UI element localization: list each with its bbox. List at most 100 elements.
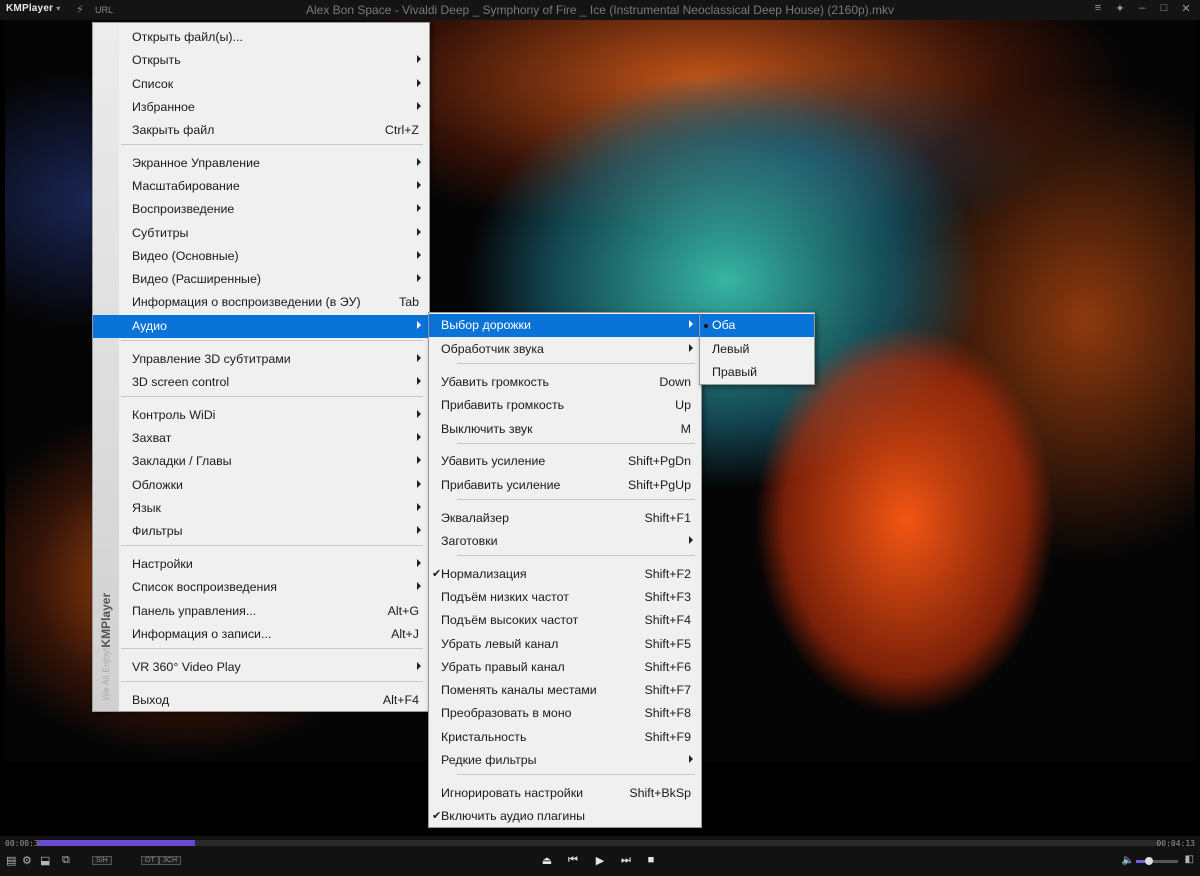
main-menu-item[interactable]: Видео (Расширенные) <box>93 268 429 291</box>
main-menu-item-label: Масштабирование <box>132 179 240 193</box>
maximize-icon[interactable]: □ <box>1158 2 1170 15</box>
main-menu-item[interactable]: Масштабирование <box>93 175 429 198</box>
track-menu-item[interactable]: Оба <box>700 314 814 337</box>
main-menu-item[interactable]: Экранное Управление <box>93 152 429 175</box>
main-menu-item[interactable]: Избранное <box>93 96 429 119</box>
audio-menu-item[interactable]: Заготовки <box>429 530 701 553</box>
main-menu-item-label: Захват <box>132 431 172 445</box>
audio-menu-item[interactable]: Кристальность Shift+F9 <box>429 726 701 749</box>
capture-icon[interactable]: ⬓ <box>40 854 50 867</box>
track-menu-item[interactable]: Правый <box>700 361 814 384</box>
audio-menu-item[interactable]: Редкие фильтры <box>429 749 701 772</box>
play-icon[interactable]: ▶ <box>592 854 608 867</box>
main-menu-item[interactable]: Аудио <box>93 315 429 338</box>
app-logo-button[interactable]: KMPlayer ▾ <box>6 3 60 14</box>
chevron-right-icon <box>417 55 421 63</box>
main-menu-item[interactable]: Воспроизведение <box>93 198 429 221</box>
chevron-right-icon <box>417 102 421 110</box>
audio-menu-item[interactable]: Преобразовать в моно Shift+F8 <box>429 702 701 725</box>
audio-menu-item[interactable]: Убрать левый канал Shift+F5 <box>429 633 701 656</box>
menu-separator <box>121 681 423 682</box>
main-menu-item[interactable]: Открыть файл(ы)... <box>93 26 429 49</box>
ot-badge[interactable]: OT <box>141 856 159 865</box>
main-menu-item-label: Список <box>132 77 174 91</box>
audio-menu-item[interactable]: ✔ Нормализация Shift+F2 <box>429 563 701 586</box>
shortcut-label: Shift+F9 <box>644 730 692 744</box>
main-menu-item-label: Закрыть файл <box>132 123 215 137</box>
audio-menu-item[interactable]: Игнорировать настройки Shift+BkSp <box>429 782 701 805</box>
url-button[interactable]: URL <box>95 5 113 15</box>
shortcut-label: Shift+PgDn <box>627 454 691 468</box>
previous-icon[interactable]: ⏮ <box>565 854 581 867</box>
main-menu-item[interactable]: Фильтры <box>93 520 429 543</box>
main-menu-item[interactable]: 3D screen control <box>93 371 429 394</box>
audio-menu-item-label: Кристальность <box>441 730 527 744</box>
eject-icon[interactable]: ⏏ <box>539 854 555 867</box>
shortcut-label: Ctrl+Z <box>384 123 419 137</box>
audio-menu-item[interactable]: Убавить громкость Down <box>429 371 701 394</box>
audio-menu-item[interactable]: Убрать правый канал Shift+F6 <box>429 656 701 679</box>
main-menu-item[interactable]: Обложки <box>93 474 429 497</box>
main-menu-item[interactable]: VR 360° Video Play <box>93 656 429 679</box>
speaker-icon[interactable]: 🔈 <box>1122 855 1134 866</box>
volume-slider[interactable] <box>1136 857 1178 865</box>
pin-icon[interactable]: ✦ <box>1114 2 1126 15</box>
audio-menu-item[interactable]: Выключить звук M <box>429 418 701 441</box>
audio-menu-item[interactable]: Эквалайзер Shift+F1 <box>429 507 701 530</box>
main-menu-item[interactable]: Настройки <box>93 553 429 576</box>
gear-icon[interactable]: ⚙ <box>22 854 32 867</box>
main-menu-item[interactable]: Информация о записи... Alt+J <box>93 623 429 646</box>
main-menu-item[interactable]: Панель управления... Alt+G <box>93 600 429 623</box>
next-icon[interactable]: ⏭ <box>618 854 634 867</box>
audio-menu-item[interactable]: ✔ Включить аудио плагины <box>429 805 701 828</box>
shortcut-label: Up <box>675 398 691 412</box>
audio-menu-item-label: Подъём низких частот <box>441 590 569 604</box>
audio-menu-item[interactable]: Обработчик звука <box>429 338 701 361</box>
main-menu-item[interactable]: Контроль WiDi <box>93 404 429 427</box>
audio-menu-item[interactable]: Прибавить усиление Shift+PgUp <box>429 474 701 497</box>
shortcut-label: Shift+F6 <box>644 660 692 674</box>
audio-menu-item[interactable]: Прибавить громкость Up <box>429 394 701 417</box>
main-menu-item[interactable]: Захват <box>93 427 429 450</box>
menu-icon[interactable]: ≡ <box>1092 2 1104 15</box>
volume-knob[interactable] <box>1144 857 1153 865</box>
main-menu-item-label: Экранное Управление <box>132 156 260 170</box>
main-menu-item[interactable]: Информация о воспроизведении (в ЭУ) Tab <box>93 291 429 314</box>
audio-menu-item[interactable]: Поменять каналы местами Shift+F7 <box>429 679 701 702</box>
menu-separator <box>121 144 423 145</box>
main-menu-item-label: Управление 3D субтитрами <box>132 352 291 366</box>
main-menu-item[interactable]: Язык <box>93 497 429 520</box>
chevron-right-icon <box>417 662 421 670</box>
audio-menu-item[interactable]: Убавить усиление Shift+PgDn <box>429 450 701 473</box>
subtitle-badge[interactable]: S/H <box>92 856 112 865</box>
audio-menu-item-label: Редкие фильтры <box>441 753 537 767</box>
audio-menu-item[interactable]: Выбор дорожки <box>429 314 701 337</box>
main-menu-item[interactable]: Открыть <box>93 49 429 72</box>
main-menu-item[interactable]: Выход Alt+F4 <box>93 689 429 712</box>
audio-menu-item[interactable]: Подъём высоких частот Shift+F4 <box>429 609 701 632</box>
app-logo: KMPlayer <box>6 3 54 14</box>
main-menu-item[interactable]: Список <box>93 73 429 96</box>
main-menu-item-label: Открыть <box>132 53 181 67</box>
total-time: 00:04:13 <box>1156 839 1195 848</box>
chevron-right-icon <box>417 582 421 590</box>
main-menu-item[interactable]: Закладки / Главы <box>93 450 429 473</box>
minimize-icon[interactable]: – <box>1136 2 1148 15</box>
main-menu-item[interactable]: Закрыть файл Ctrl+Z <box>93 119 429 142</box>
lightning-icon[interactable]: ⚡ <box>76 3 84 16</box>
main-menu-item[interactable]: Список воспроизведения <box>93 576 429 599</box>
close-icon[interactable]: ✕ <box>1180 2 1192 15</box>
3ch-badge[interactable]: 3CH <box>159 856 182 865</box>
playlist-icon[interactable]: ▤ <box>6 854 16 867</box>
mute-icon[interactable]: ◧ <box>1185 854 1194 865</box>
window-controls: ≡ ✦ – □ ✕ <box>1092 2 1192 15</box>
main-menu-item[interactable]: Субтитры <box>93 222 429 245</box>
stop-icon[interactable]: ■ <box>643 854 659 866</box>
vr-icon[interactable]: ⧉ <box>62 854 70 867</box>
audio-menu-item[interactable]: Подъём низких частот Shift+F3 <box>429 586 701 609</box>
seek-bar[interactable] <box>38 840 1160 846</box>
main-menu-item[interactable]: Видео (Основные) <box>93 245 429 268</box>
main-menu-item[interactable]: Управление 3D субтитрами <box>93 348 429 371</box>
track-menu-item[interactable]: Левый <box>700 338 814 361</box>
audio-menu-item-label: Прибавить усиление <box>441 478 561 492</box>
